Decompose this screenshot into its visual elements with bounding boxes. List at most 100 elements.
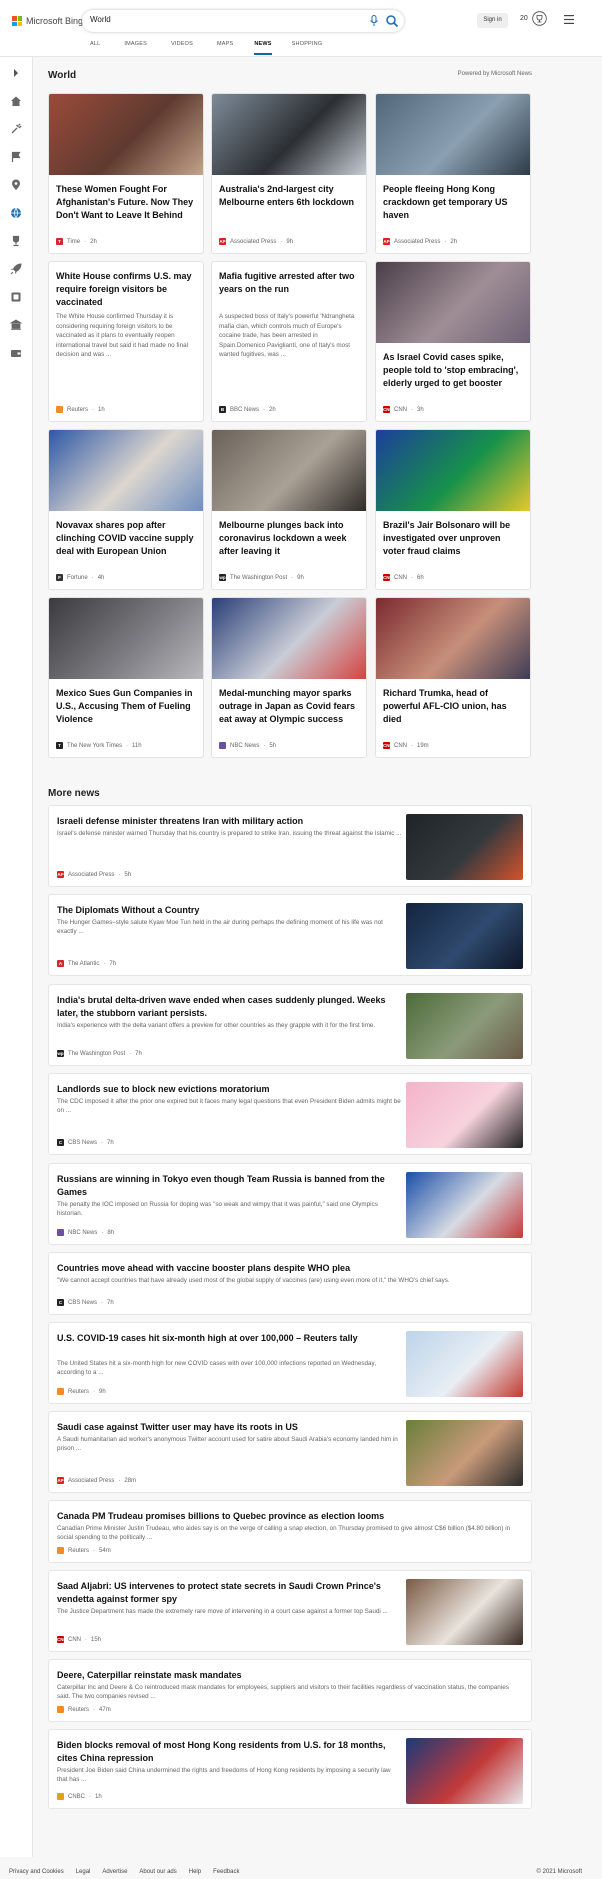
news-headline[interactable]: Brazil's Jair Bolsonaro will be investig… (383, 519, 525, 558)
rocket-icon[interactable] (10, 263, 22, 275)
news-headline[interactable]: India's brutal delta-driven wave ended w… (57, 994, 402, 1020)
search-icon[interactable] (385, 14, 399, 28)
news-headline[interactable]: Novavax shares pop after clinching COVID… (56, 519, 198, 558)
news-thumbnail[interactable] (406, 814, 523, 880)
tab-videos[interactable]: VIDEOS (171, 41, 193, 56)
news-thumbnail[interactable] (406, 1420, 523, 1486)
news-card[interactable]: These Women Fought For Afghanistan's Fut… (48, 93, 204, 254)
more-news-item[interactable]: Biden blocks removal of most Hong Kong r… (48, 1729, 532, 1809)
news-thumbnail[interactable] (376, 262, 530, 343)
news-headline[interactable]: Deere, Caterpillar reinstate mask mandat… (57, 1669, 523, 1682)
more-news-item[interactable]: Russians are winning in Tokyo even thoug… (48, 1163, 532, 1245)
news-thumbnail[interactable] (406, 1738, 523, 1804)
search-box[interactable]: World (82, 10, 404, 32)
more-news-item[interactable]: Countries move ahead with vaccine booste… (48, 1252, 532, 1315)
news-thumbnail[interactable] (212, 598, 366, 679)
news-headline[interactable]: People fleeing Hong Kong crackdown get t… (383, 183, 525, 222)
news-headline[interactable]: Richard Trumka, head of powerful AFL-CIO… (383, 687, 525, 726)
news-snippet: Caterpillar Inc and Deere & Co reintrodu… (57, 1684, 509, 1701)
news-thumbnail[interactable] (376, 94, 530, 175)
search-input[interactable]: World (90, 15, 111, 24)
news-headline[interactable]: Melbourne plunges back into coronavirus … (219, 519, 361, 558)
news-thumbnail[interactable] (406, 993, 523, 1059)
location-pin-icon[interactable] (10, 179, 22, 191)
news-card[interactable]: Brazil's Jair Bolsonaro will be investig… (375, 429, 531, 590)
news-headline[interactable]: These Women Fought For Afghanistan's Fut… (56, 183, 198, 222)
news-headline[interactable]: U.S. COVID-19 cases hit six-month high a… (57, 1332, 402, 1345)
footer-link[interactable]: Legal (76, 1869, 91, 1875)
news-thumbnail[interactable] (49, 598, 203, 679)
tab-news[interactable]: NEWS (254, 41, 272, 56)
globe-icon[interactable] (10, 207, 22, 219)
tab-shopping[interactable]: SHOPPING (292, 41, 323, 56)
news-card[interactable]: Richard Trumka, head of powerful AFL-CIO… (375, 597, 531, 758)
news-thumbnail[interactable] (406, 903, 523, 969)
rewards-points[interactable]: 20 (520, 15, 528, 22)
chevron-right-icon[interactable] (10, 67, 22, 79)
more-news-item[interactable]: Saad Aljabri: US intervenes to protect s… (48, 1570, 532, 1652)
footer-link[interactable]: Feedback (213, 1869, 239, 1875)
rewards-trophy-icon[interactable] (532, 11, 547, 26)
news-headline[interactable]: As Israel Covid cases spike, people told… (383, 351, 525, 390)
news-headline[interactable]: Mexico Sues Gun Companies in U.S., Accus… (56, 687, 198, 726)
more-news-item[interactable]: Canada PM Trudeau promises billions to Q… (48, 1500, 532, 1563)
news-headline[interactable]: Countries move ahead with vaccine booste… (57, 1262, 523, 1275)
news-thumbnail[interactable] (49, 94, 203, 175)
news-headline[interactable]: Mafia fugitive arrested after two years … (219, 270, 361, 296)
news-headline[interactable]: Israeli defense minister threatens Iran … (57, 815, 402, 828)
news-thumbnail[interactable] (376, 430, 530, 511)
sign-in-button[interactable]: Sign in (477, 13, 508, 28)
more-news-item[interactable]: Israeli defense minister threatens Iran … (48, 805, 532, 887)
bing-logo[interactable]: Microsoft Bing (12, 16, 83, 26)
footer-link[interactable]: Privacy and Cookies (9, 1869, 64, 1875)
news-card[interactable]: Mafia fugitive arrested after two years … (211, 261, 367, 422)
news-card[interactable]: As Israel Covid cases spike, people told… (375, 261, 531, 422)
more-news-item[interactable]: Saudi case against Twitter user may have… (48, 1411, 532, 1493)
more-news-item[interactable]: Landlords sue to block new evictions mor… (48, 1073, 532, 1155)
flag-icon[interactable] (10, 151, 22, 163)
news-headline[interactable]: Russians are winning in Tokyo even thoug… (57, 1173, 402, 1199)
footer-link[interactable]: About our ads (139, 1869, 176, 1875)
footer-link[interactable]: Advertise (102, 1869, 127, 1875)
news-thumbnail[interactable] (376, 598, 530, 679)
trophy-icon[interactable] (10, 235, 22, 247)
news-card[interactable]: Medal-munching mayor sparks outrage in J… (211, 597, 367, 758)
tab-all[interactable]: ALL (90, 41, 100, 56)
news-headline[interactable]: Canada PM Trudeau promises billions to Q… (57, 1510, 523, 1523)
news-card[interactable]: Australia's 2nd-largest city Melbourne e… (211, 93, 367, 254)
footer-link[interactable]: Help (189, 1869, 201, 1875)
more-news-item[interactable]: Deere, Caterpillar reinstate mask mandat… (48, 1659, 532, 1722)
film-icon[interactable] (10, 291, 22, 303)
wallet-icon[interactable] (10, 347, 22, 359)
bank-icon[interactable] (10, 319, 22, 331)
news-card[interactable]: White House confirms U.S. may require fo… (48, 261, 204, 422)
news-thumbnail[interactable] (406, 1579, 523, 1645)
tab-images[interactable]: IMAGES (124, 41, 147, 56)
news-headline[interactable]: The Diplomats Without a Country (57, 904, 402, 917)
more-news-item[interactable]: India's brutal delta-driven wave ended w… (48, 984, 532, 1066)
news-card[interactable]: Novavax shares pop after clinching COVID… (48, 429, 204, 590)
news-headline[interactable]: Medal-munching mayor sparks outrage in J… (219, 687, 361, 726)
news-thumbnail[interactable] (406, 1082, 523, 1148)
microphone-icon[interactable] (369, 15, 379, 27)
home-icon[interactable] (10, 95, 22, 107)
tab-maps[interactable]: MAPS (217, 41, 233, 56)
news-thumbnail[interactable] (406, 1172, 523, 1238)
more-news-item[interactable]: U.S. COVID-19 cases hit six-month high a… (48, 1322, 532, 1404)
news-headline[interactable]: Biden blocks removal of most Hong Kong r… (57, 1739, 402, 1765)
news-headline[interactable]: Saad Aljabri: US intervenes to protect s… (57, 1580, 402, 1606)
hamburger-menu-icon[interactable] (564, 15, 574, 24)
news-headline[interactable]: White House confirms U.S. may require fo… (56, 270, 198, 309)
news-card[interactable]: Melbourne plunges back into coronavirus … (211, 429, 367, 590)
news-headline[interactable]: Australia's 2nd-largest city Melbourne e… (219, 183, 361, 209)
news-thumbnail[interactable] (212, 430, 366, 511)
news-card[interactable]: People fleeing Hong Kong crackdown get t… (375, 93, 531, 254)
news-thumbnail[interactable] (49, 430, 203, 511)
news-headline[interactable]: Landlords sue to block new evictions mor… (57, 1083, 402, 1096)
tools-icon[interactable] (10, 123, 22, 135)
news-thumbnail[interactable] (212, 94, 366, 175)
news-headline[interactable]: Saudi case against Twitter user may have… (57, 1421, 402, 1434)
news-thumbnail[interactable] (406, 1331, 523, 1397)
news-card[interactable]: Mexico Sues Gun Companies in U.S., Accus… (48, 597, 204, 758)
more-news-item[interactable]: The Diplomats Without a Country The Hunge… (48, 894, 532, 976)
